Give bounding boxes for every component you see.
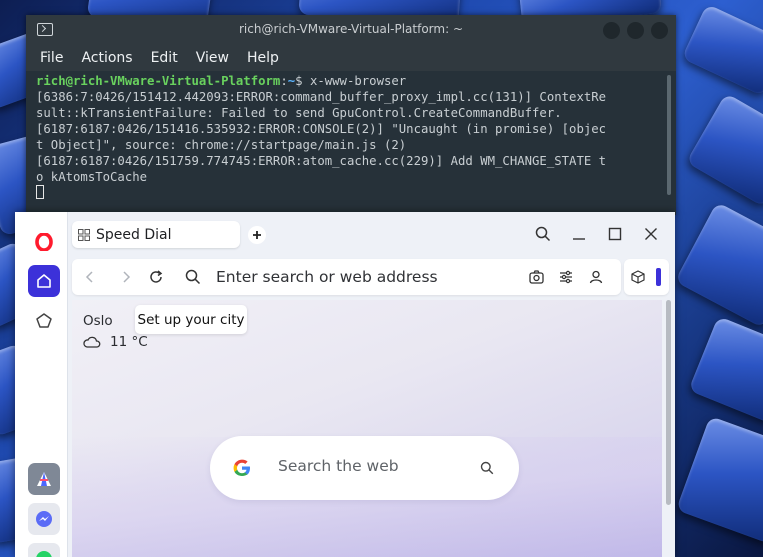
easy-setup-button[interactable] [557, 268, 575, 286]
browser-toolbar: Enter search or web address [68, 256, 675, 298]
new-tab-button[interactable] [248, 226, 266, 244]
tab-label: Speed Dial [96, 226, 172, 243]
page-scrollbar[interactable] [666, 300, 671, 505]
close-button[interactable] [651, 22, 668, 39]
prompt-symbol: $ [295, 74, 310, 88]
user-icon [589, 270, 603, 284]
camera-icon [528, 270, 544, 284]
search-icon[interactable] [480, 461, 494, 475]
web-search-box[interactable]: Search the web [210, 436, 519, 500]
maximize-icon [608, 227, 622, 241]
terminal-titlebar[interactable]: rich@rich-VMware-Virtual-Platform: ~ [26, 15, 676, 45]
window-close-button[interactable] [642, 225, 660, 243]
search-icon [535, 226, 551, 242]
cloud-sun-icon [83, 336, 101, 348]
menu-actions[interactable]: Actions [81, 50, 132, 66]
extensions-button[interactable] [629, 268, 647, 286]
window-minimize-button[interactable] [570, 225, 588, 243]
tab-search-button[interactable] [534, 225, 552, 243]
home-icon [37, 274, 51, 288]
terminal-output[interactable]: rich@rich-VMware-Virtual-Platform:~$ x-w… [26, 71, 676, 215]
tab-strip: Speed Dial [68, 212, 675, 256]
sliders-icon [560, 270, 572, 284]
cube-icon [631, 270, 645, 284]
google-icon [233, 459, 250, 476]
accent-indicator [656, 268, 661, 286]
menu-view[interactable]: View [196, 50, 229, 66]
close-icon [645, 228, 657, 240]
terminal-output-line: sult::kTransientFailure: Failed to send … [36, 106, 562, 120]
web-search-input[interactable]: Search the web [278, 457, 399, 475]
minimize-icon [573, 238, 585, 240]
sidebar-item-whatsapp[interactable] [28, 543, 60, 557]
terminal-menubar: File Actions Edit View Help [26, 45, 676, 71]
reload-icon [150, 270, 163, 283]
pinboard-icon [36, 313, 52, 328]
extensions-area [624, 259, 669, 295]
terminal-command: x-www-browser [309, 74, 407, 88]
terminal-scrollbar[interactable] [667, 75, 671, 195]
messenger-icon [36, 511, 52, 527]
terminal-window[interactable]: rich@rich-VMware-Virtual-Platform: ~ Fil… [26, 15, 676, 215]
maximize-button[interactable] [627, 22, 644, 39]
prompt-path: ~ [287, 74, 296, 88]
menu-edit[interactable]: Edit [151, 50, 178, 66]
terminal-command-line: rich@rich-VMware-Virtual-Platform:~$ x-w… [36, 73, 676, 89]
opera-logo-icon [35, 233, 53, 251]
prompt-separator: : [280, 74, 288, 88]
chevron-right-icon [123, 271, 131, 283]
plus-icon [253, 231, 261, 239]
back-button[interactable] [81, 268, 99, 286]
whatsapp-icon [36, 551, 52, 557]
snapshot-button[interactable] [527, 268, 545, 286]
weather-widget[interactable]: 11 °C [83, 334, 148, 350]
weather-city[interactable]: Oslo [83, 313, 113, 329]
sidebar-item-pinboards[interactable] [28, 305, 60, 337]
sidebar-item-aria[interactable] [28, 463, 60, 495]
terminal-output-line: [6187:6187:0426/151416.535932:ERROR:CONS… [36, 122, 607, 136]
terminal-output-line: [6386:7:0426/151412.442093:ERROR:command… [36, 90, 607, 104]
speed-dial-page: Oslo Set up your city 11 °C Search the w… [72, 300, 662, 557]
terminal-output-line: [6187:6187:0426/151759.774745:ERROR:atom… [36, 154, 607, 168]
prompt-user: rich@rich-VMware-Virtual-Platform [36, 74, 281, 88]
sidebar-item-home[interactable] [28, 265, 60, 297]
terminal-output-line: t Object]", source: chrome://startpage/m… [36, 138, 407, 152]
aria-icon [37, 472, 51, 486]
city-tooltip: Set up your city [135, 305, 247, 334]
window-maximize-button[interactable] [606, 225, 624, 243]
address-search-icon-wrap [184, 268, 202, 286]
forward-button[interactable] [117, 268, 135, 286]
address-input[interactable]: Enter search or web address [216, 268, 438, 286]
menu-file[interactable]: File [40, 50, 63, 66]
terminal-cursor-line [36, 185, 676, 201]
address-bar[interactable]: Enter search or web address [72, 259, 621, 295]
sidebar-item-messenger[interactable] [28, 503, 60, 535]
browser-sidebar [15, 212, 68, 557]
speed-dial-icon [78, 228, 90, 241]
chevron-left-icon [85, 271, 93, 283]
search-icon [185, 269, 201, 285]
opera-menu-button[interactable] [28, 226, 60, 258]
browser-window[interactable]: Speed Dial Enter search or web address O… [15, 212, 675, 557]
menu-help[interactable]: Help [247, 50, 279, 66]
terminal-title: rich@rich-VMware-Virtual-Platform: ~ [238, 22, 464, 36]
text-cursor [36, 185, 44, 199]
reload-button[interactable] [147, 268, 165, 286]
weather-temperature: 11 °C [110, 334, 148, 350]
minimize-button[interactable] [603, 22, 620, 39]
profile-button[interactable] [587, 268, 605, 286]
terminal-output-line: o kAtomsToCache [36, 170, 148, 184]
tab-speed-dial[interactable]: Speed Dial [72, 221, 240, 248]
